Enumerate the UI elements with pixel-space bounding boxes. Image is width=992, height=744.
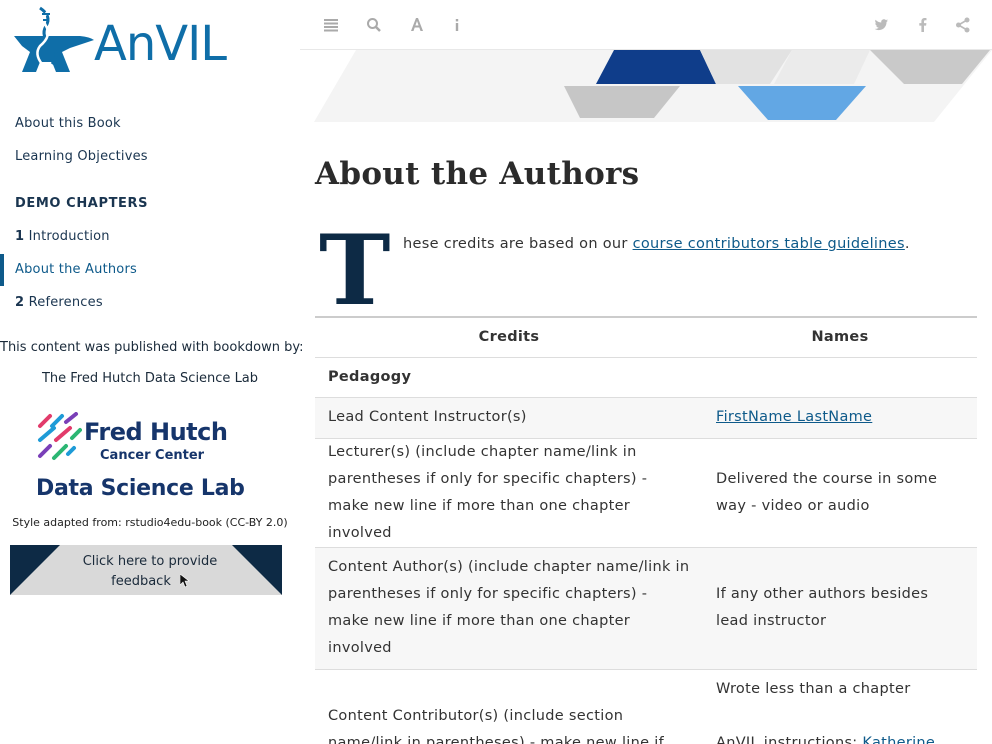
credit-cell: Content Contributor(s) (include section …: [315, 669, 703, 744]
nav-item-about-book[interactable]: About this Book: [15, 114, 121, 134]
facebook-icon[interactable]: [914, 16, 932, 34]
feedback-line1: Click here to provide: [82, 554, 218, 569]
table-cell: [703, 357, 977, 398]
style-attribution: Style adapted from: rstudio4edu-book (CC…: [12, 516, 288, 529]
nav-item-about-authors[interactable]: About the Authors: [15, 260, 137, 280]
sidebar: AnVIL About this Book Learning Objective…: [0, 0, 304, 744]
chapter-number: 1: [15, 229, 25, 244]
share-icon[interactable]: [954, 16, 972, 34]
section-label: Pedagogy: [315, 357, 703, 398]
name-cell: Wrote less than a chapter AnVIL instruct…: [703, 669, 977, 744]
nav-item-learning-objectives[interactable]: Learning Objectives: [15, 147, 148, 167]
fred-hutch-mark-icon: [38, 412, 82, 460]
nav-label: About the Authors: [15, 262, 137, 277]
drop-cap: T: [319, 214, 391, 327]
menu-icon[interactable]: [322, 16, 340, 34]
nav-label: References: [28, 295, 103, 310]
header-banner: [314, 50, 992, 122]
feedback-button[interactable]: Click here to provide feedback: [10, 545, 282, 595]
nav-header-label: DEMO CHAPTERS: [15, 196, 149, 211]
credits-table: Credits Names Pedagogy Lead Content Inst…: [315, 316, 977, 744]
name-text: Wrote less than a chapter: [716, 680, 911, 697]
feedback-line2: feedback: [111, 574, 171, 589]
fh-logo-subtitle: Cancer Center: [100, 448, 205, 463]
credit-cell: Lecturer(s) (include chapter name/link i…: [315, 438, 703, 548]
mouse-cursor-icon: [180, 574, 190, 588]
page-title: About the Authors: [315, 156, 640, 192]
table-section-row: Pedagogy: [315, 357, 977, 398]
nav-item-introduction[interactable]: 1 Introduction: [15, 227, 110, 247]
name-link[interactable]: FirstName LastName: [716, 409, 872, 425]
intro-paragraph: hese credits are based on our course con…: [403, 236, 910, 252]
anvil-logo-icon: [14, 6, 94, 72]
table-row: Content Author(s) (include chapter name/…: [315, 547, 977, 670]
column-header-names: Names: [703, 316, 977, 358]
logo-text: AnVIL: [94, 16, 227, 72]
feedback-decor-left: [10, 545, 60, 595]
table-header-row: Credits Names: [315, 316, 977, 358]
info-icon[interactable]: [448, 16, 466, 34]
table-row: Lecturer(s) (include chapter name/link i…: [315, 438, 977, 548]
fh-logo-title: Fred Hutch: [84, 418, 228, 446]
nav-section-header: DEMO CHAPTERS: [15, 194, 148, 214]
name-cell: FirstName LastName: [703, 397, 977, 439]
intro-text: hese credits are based on our: [403, 236, 633, 252]
anvil-logo[interactable]: AnVIL: [12, 6, 244, 78]
fh-logo-lab: Data Science Lab: [36, 476, 245, 501]
name-link[interactable]: Katherine: [862, 735, 935, 744]
credit-cell: Lead Content Instructor(s): [315, 397, 703, 439]
nav-item-references[interactable]: 2 References: [15, 293, 103, 313]
name-cell: Delivered the course in some way - video…: [703, 438, 977, 548]
font-icon[interactable]: [408, 16, 426, 34]
guidelines-link[interactable]: course contributors table guidelines: [633, 236, 905, 252]
name-cell: If any other authors besides lead instru…: [703, 547, 977, 670]
nav-label: Introduction: [28, 229, 110, 244]
nav-label: Learning Objectives: [15, 149, 148, 164]
active-indicator: [0, 254, 4, 286]
intro-end: .: [904, 236, 910, 252]
nav-label: About this Book: [15, 116, 121, 131]
search-icon[interactable]: [365, 16, 383, 34]
lab-link[interactable]: The Fred Hutch Data Science Lab: [0, 371, 300, 386]
top-toolbar: [300, 0, 992, 50]
name-text-2: AnVIL instructions: Katherine: [716, 730, 964, 744]
twitter-icon[interactable]: [872, 16, 890, 34]
credit-cell: Content Author(s) (include chapter name/…: [315, 547, 703, 670]
published-by-text: This content was published with bookdown…: [0, 340, 304, 355]
table-row: Content Contributor(s) (include section …: [315, 669, 977, 744]
column-header-credits: Credits: [315, 316, 703, 358]
chapter-number: 2: [15, 295, 25, 310]
name-prefix: AnVIL instructions:: [716, 734, 863, 744]
feedback-label: Click here to provide feedback: [60, 552, 240, 592]
fred-hutch-logo[interactable]: Fred Hutch Cancer Center Data Science La…: [36, 412, 246, 504]
table-row: Lead Content Instructor(s) FirstName Las…: [315, 397, 977, 439]
